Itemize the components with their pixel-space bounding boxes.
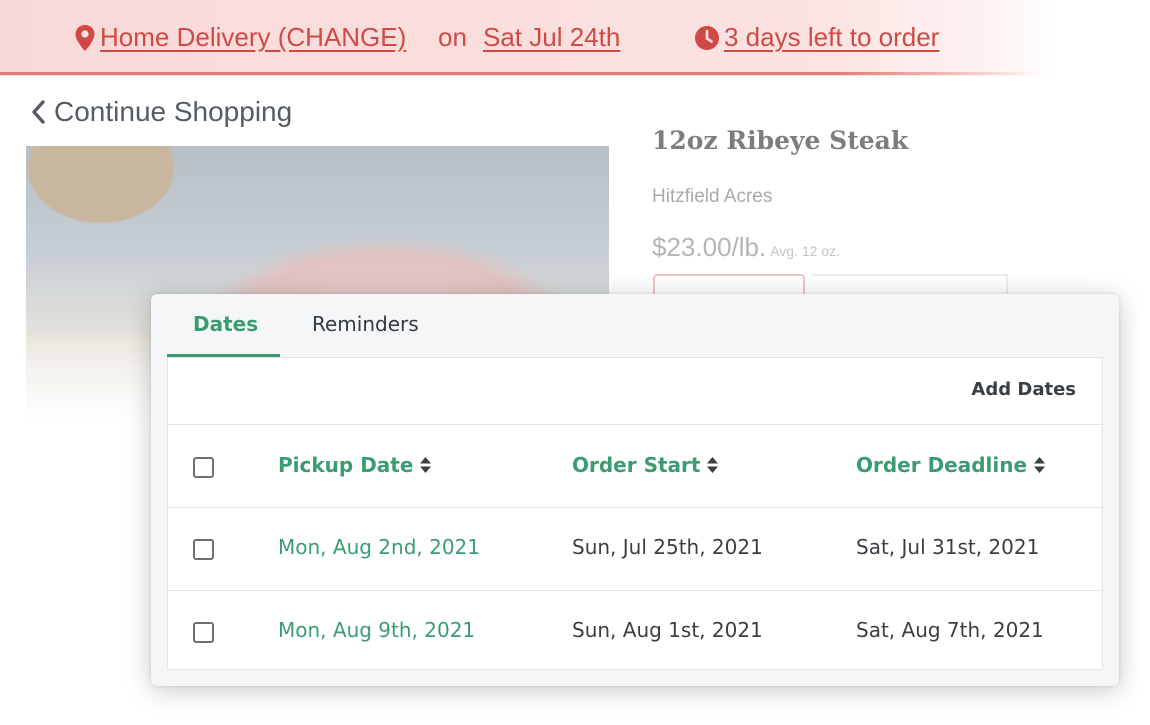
table-header-row: Pickup Date Order Start Order Deadline: [168, 424, 1102, 507]
sort-icon: [707, 457, 719, 473]
map-pin-icon: [75, 24, 95, 51]
pickup-date-link[interactable]: Mon, Aug 2nd, 2021: [278, 535, 480, 559]
pickup-date-link[interactable]: Mon, Aug 9th, 2021: [278, 618, 475, 642]
column-header-label: Order Start: [572, 453, 701, 477]
banner-on-text: on: [438, 22, 467, 52]
delivery-date-link[interactable]: Sat Jul 24th: [483, 22, 620, 53]
product-vendor: Hitzfield Acres: [652, 186, 773, 207]
row-checkbox[interactable]: [193, 539, 214, 560]
days-left-link[interactable]: 3 days left to order: [694, 22, 939, 53]
order-start-cell: Sun, Jul 25th, 2021: [572, 535, 763, 559]
tab-reminders[interactable]: Reminders: [312, 312, 419, 336]
column-header-order-start[interactable]: Order Start: [572, 453, 719, 477]
continue-shopping-label: Continue Shopping: [54, 96, 293, 127]
order-deadline-cell: Sat, Aug 7th, 2021: [856, 618, 1044, 642]
product-price-value: $23.00/lb.: [652, 232, 767, 262]
table-row: Mon, Aug 2nd, 2021 Sun, Jul 25th, 2021 S…: [168, 507, 1102, 590]
column-header-order-deadline[interactable]: Order Deadline: [856, 453, 1046, 477]
dates-panel: Dates Reminders Add Dates Pickup Date Or…: [151, 294, 1119, 686]
product-price: $23.00/lb. Avg. 12 oz.: [652, 232, 840, 263]
clock-icon: [695, 25, 719, 50]
tab-dates[interactable]: Dates: [193, 312, 258, 336]
sort-icon: [420, 457, 432, 473]
column-header-label: Pickup Date: [278, 453, 414, 477]
sort-icon: [1034, 457, 1046, 473]
row-checkbox[interactable]: [193, 622, 214, 643]
product-title: 12oz Ribeye Steak: [652, 126, 909, 155]
continue-shopping-link[interactable]: Continue Shopping: [30, 96, 292, 128]
delivery-date-label: Sat Jul 24th: [483, 22, 621, 52]
select-all-checkbox[interactable]: [193, 457, 214, 478]
column-header-label: Order Deadline: [856, 453, 1028, 477]
order-start-cell: Sun, Aug 1st, 2021: [572, 618, 763, 642]
delivery-change-link[interactable]: Home Delivery (CHANGE): [74, 22, 406, 53]
chevron-left-icon: [32, 100, 45, 124]
table-row: Mon, Aug 9th, 2021 Sun, Aug 1st, 2021 Sa…: [168, 590, 1102, 671]
days-left-label: 3 days left to order: [724, 22, 940, 52]
product-avg-weight: Avg. 12 oz.: [770, 243, 841, 259]
banner-divider: [0, 72, 1040, 75]
dates-table-card: Add Dates Pickup Date Order Start Order …: [167, 357, 1103, 670]
add-dates-button[interactable]: Add Dates: [971, 379, 1076, 400]
column-header-pickup-date[interactable]: Pickup Date: [278, 453, 432, 477]
order-deadline-cell: Sat, Jul 31st, 2021: [856, 535, 1040, 559]
delivery-change-label: Home Delivery (CHANGE): [100, 22, 407, 52]
